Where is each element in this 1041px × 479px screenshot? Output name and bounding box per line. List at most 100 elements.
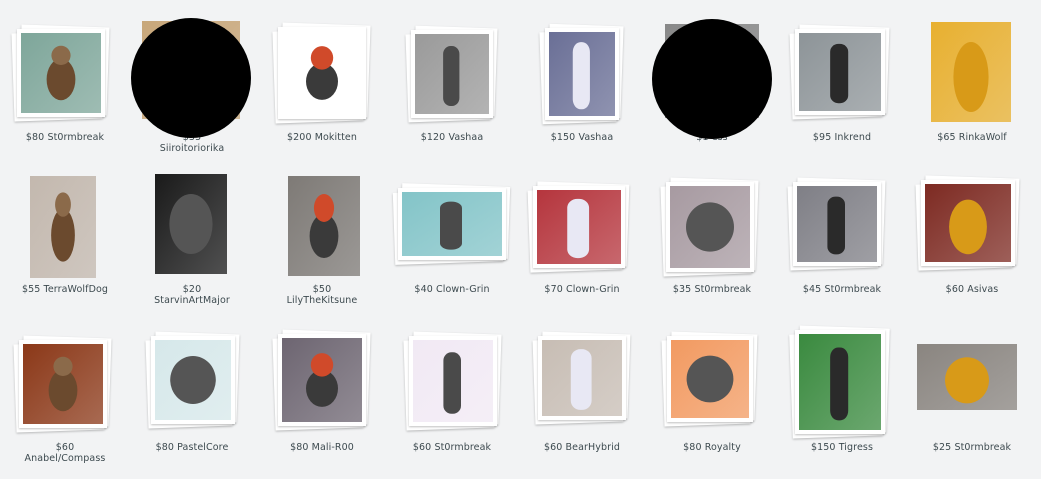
item-caption: $120 Vashaa <box>387 132 517 143</box>
redaction-circle <box>652 19 772 139</box>
thumbnail-wrapper <box>517 20 647 128</box>
gallery-item[interactable]: $50 LilyTheKitsune <box>257 172 387 312</box>
item-artist: Inkrend <box>834 132 872 143</box>
item-artist: TerraWolfDog <box>43 284 109 295</box>
item-caption: $60 St0rmbreak <box>387 442 517 453</box>
gallery-item[interactable]: $80 Mali-R00 <box>257 329 387 470</box>
creature-thumbnail <box>282 338 362 422</box>
item-caption: $150 Vashaa <box>517 132 647 143</box>
thumbnail-wrapper <box>127 172 257 280</box>
item-price: $95 <box>812 132 835 143</box>
gallery-item[interactable]: $25 St0rmbreak <box>907 330 1037 470</box>
thumbnail-wrapper <box>127 330 257 438</box>
gallery-item[interactable]: $55 TerraWolfDog <box>0 172 130 312</box>
item-caption: $70 Clown-Grin <box>517 284 647 295</box>
gallery-item[interactable]: $120 Vashaa <box>387 20 517 160</box>
item-artist: Mali-R00 <box>311 442 354 453</box>
item-artist: Royalty <box>704 442 741 453</box>
gallery-item[interactable]: $150 Tigress <box>777 325 907 470</box>
creature-thumbnail <box>799 334 881 430</box>
item-price: $60 <box>945 284 968 295</box>
item-caption: $80 Mali-R00 <box>257 442 387 453</box>
item-artist: Vashaa <box>448 132 484 143</box>
thumbnail-wrapper <box>647 330 777 438</box>
thumbnail-wrapper <box>387 330 517 438</box>
creature-thumbnail <box>413 340 493 422</box>
thumbnail-wrapper <box>0 20 130 128</box>
item-caption: $60 BearHybrid <box>517 442 647 453</box>
gallery-item[interactable]: $95 Inkrend <box>777 20 907 160</box>
creature-thumbnail <box>288 176 360 276</box>
thumbnail-wrapper <box>647 19 777 139</box>
thumbnail-wrapper <box>0 330 130 438</box>
item-caption: $80 PastelCore <box>127 442 257 453</box>
item-price: $45 <box>802 284 825 295</box>
item-price: $65 <box>937 132 959 143</box>
item-caption: $25 St0rmbreak <box>907 442 1037 453</box>
thumbnail-wrapper <box>907 20 1037 128</box>
gallery-item[interactable]: $35Siiroitoriorika <box>127 18 257 160</box>
item-artist: Vashaa <box>578 132 614 143</box>
item-artist: St0rmbreak <box>824 284 882 295</box>
item-price: $60 <box>55 442 75 453</box>
gallery-item[interactable]: $60 BearHybrid <box>517 330 647 470</box>
item-artist: St0rmbreak <box>954 442 1012 453</box>
gallery-item[interactable]: $80 PastelCore <box>127 330 257 470</box>
item-price: $40 <box>414 284 436 295</box>
creature-thumbnail <box>671 340 749 418</box>
thumbnail-wrapper <box>0 172 130 280</box>
item-caption: $45 St0rmbreak <box>777 284 907 295</box>
item-artist: BearHybrid <box>565 442 621 453</box>
gallery-item[interactable]: $60 St0rmbreak <box>387 330 517 470</box>
creature-thumbnail <box>23 344 103 424</box>
gallery-item[interactable]: $35 St0rmbreak <box>647 172 777 312</box>
thumbnail-wrapper <box>907 172 1037 280</box>
item-artist: St0rmbreak <box>694 284 752 295</box>
gallery-item[interactable]: $200 Mokitten <box>257 20 387 160</box>
gallery-item[interactable]: $20 StarvinArtMajor <box>127 172 257 312</box>
item-price: $150 <box>550 132 579 143</box>
item-caption: $60 Asivas <box>907 284 1037 295</box>
item-price: $80 <box>25 132 48 143</box>
item-price: $35 <box>672 284 695 295</box>
item-price: $80 <box>155 442 178 453</box>
item-price: $120 <box>420 132 449 143</box>
thumbnail-wrapper <box>257 172 387 280</box>
gallery-item[interactable]: $60 Anabel/Compass <box>0 330 130 470</box>
creature-thumbnail <box>155 340 231 420</box>
item-artist: PastelCore <box>177 442 229 453</box>
gallery-item[interactable]: $45 St0rmbreak <box>777 172 907 312</box>
creature-thumbnail <box>797 186 877 262</box>
item-artist: LilyTheKitsune <box>286 295 358 306</box>
gallery-item[interactable]: $40 Clown-Grin <box>387 172 517 312</box>
gallery-item[interactable]: $65 RinkaWolf <box>907 20 1037 160</box>
item-artist: St0rmbreak <box>47 132 105 143</box>
gallery-item[interactable]: $1 ess <box>647 19 777 160</box>
gallery-item[interactable]: $80 St0rmbreak <box>0 20 130 160</box>
thumbnail-wrapper <box>907 330 1037 438</box>
gallery-item[interactable]: $80 Royalty <box>647 330 777 470</box>
thumbnail-wrapper <box>517 172 647 280</box>
thumbnail-wrapper <box>387 172 517 280</box>
thumbnail-wrapper <box>127 18 257 138</box>
item-artist: StarvinArtMajor <box>154 295 230 306</box>
creature-thumbnail <box>402 192 502 256</box>
item-artist: Clown-Grin <box>565 284 620 295</box>
creature-thumbnail <box>21 33 101 113</box>
gallery-grid: $80 St0rmbreak $35Siiroitoriorika $200 M… <box>0 0 1041 479</box>
item-caption: $65 RinkaWolf <box>907 132 1037 143</box>
gallery-item[interactable]: $60 Asivas <box>907 172 1037 312</box>
item-caption: $35 St0rmbreak <box>647 284 777 295</box>
item-price: $200 <box>287 132 315 143</box>
item-price: $80 <box>683 442 705 453</box>
gallery-item[interactable]: $150 Vashaa <box>517 20 647 160</box>
item-caption: $20 StarvinArtMajor <box>127 284 257 306</box>
item-price: $80 <box>290 442 312 453</box>
item-price: $150 <box>810 442 839 453</box>
creature-thumbnail <box>670 186 750 268</box>
item-caption: $80 St0rmbreak <box>0 132 130 143</box>
creature-thumbnail <box>549 32 615 116</box>
item-caption: $50 LilyTheKitsune <box>257 284 387 306</box>
item-price: $55 <box>21 284 44 295</box>
gallery-item[interactable]: $70 Clown-Grin <box>517 172 647 312</box>
